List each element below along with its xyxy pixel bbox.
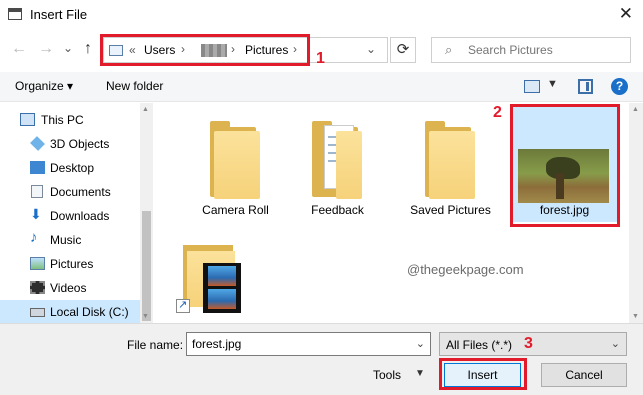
sidebar-item-this-pc[interactable]: This PC (0, 108, 140, 132)
step-1-badge: 1 (316, 50, 325, 67)
file-item[interactable]: Camera Roll (183, 107, 288, 222)
videos-icon (30, 281, 45, 294)
search-input[interactable] (468, 41, 628, 59)
navigation-bar: ← → ⌄ ↑ « Users › › Pictures › ⌄ 1 ⟳ ⌕ (0, 30, 643, 70)
file-item[interactable] (153, 231, 253, 321)
tools-button[interactable]: Tools (373, 368, 401, 382)
window-title: Insert File (30, 7, 88, 22)
file-name: Saved Pictures (410, 203, 491, 217)
highlight-insert-button (439, 358, 527, 390)
sidebar-item-label: This PC (41, 113, 84, 127)
content-scrollbar[interactable]: ▲ ▼ (629, 103, 643, 323)
chevron-down-icon[interactable]: ⌄ (611, 337, 620, 350)
sidebar-item-label: Downloads (50, 209, 110, 223)
download-icon: ⬇ (30, 206, 42, 222)
dialog-footer: File name: ⌄ All Files (*.*) ⌄ Tools ▼ I… (0, 323, 643, 395)
sidebar-scrollbar[interactable]: ▲ ▼ (140, 103, 153, 323)
view-options-dropdown-icon[interactable]: ▼ (547, 78, 558, 90)
window-icon (8, 8, 22, 20)
scroll-down-icon[interactable]: ▼ (142, 313, 149, 320)
back-arrow-icon[interactable]: ← (11, 40, 27, 58)
highlight-address (100, 34, 310, 66)
sidebar-item-3d-objects[interactable]: 3D Objects (0, 132, 140, 156)
sidebar-item-label: Pictures (50, 257, 94, 271)
pictures-icon (30, 257, 45, 270)
sidebar-item-music[interactable]: ♪ Music (0, 228, 140, 252)
sidebar-item-local-disk[interactable]: Local Disk (C:) (0, 300, 140, 324)
sidebar-item-downloads[interactable]: ⬇ Downloads (0, 204, 140, 228)
sidebar-item-documents[interactable]: Documents (0, 180, 140, 204)
sidebar-item-label: Music (50, 233, 82, 247)
forward-arrow-icon[interactable]: → (38, 40, 54, 58)
up-arrow-icon[interactable]: ↑ (84, 40, 92, 58)
sidebar-item-label: Videos (50, 281, 87, 295)
sidebar-item-label: 3D Objects (50, 137, 110, 151)
sidebar-item-videos[interactable]: Videos (0, 276, 140, 300)
chevron-down-icon[interactable]: ⌄ (416, 337, 425, 350)
scroll-up-icon[interactable]: ▲ (142, 106, 149, 113)
shortcut-arrow-icon (176, 298, 190, 313)
music-icon: ♪ (30, 229, 38, 246)
video-folder-icon (183, 241, 243, 313)
search-icon: ⌕ (445, 42, 453, 57)
file-item[interactable]: Saved Pictures (398, 107, 503, 222)
file-item[interactable]: Feedback (285, 107, 390, 222)
file-name-field[interactable] (192, 337, 402, 351)
file-name-label: File name: (127, 338, 184, 352)
scroll-up-icon[interactable]: ▲ (632, 106, 639, 113)
file-type-value: All Files (*.*) (446, 338, 513, 352)
title-bar: Insert File ✕ (0, 0, 643, 30)
close-icon[interactable]: ✕ (619, 4, 633, 24)
pc-icon (20, 113, 35, 126)
refresh-icon[interactable]: ⟳ (390, 37, 416, 63)
file-name: Feedback (311, 203, 364, 217)
organize-button[interactable]: Organize ▾ (15, 79, 73, 93)
file-name-combobox[interactable]: ⌄ (186, 332, 431, 356)
change-view-icon[interactable] (524, 80, 540, 93)
search-box[interactable]: ⌕ (431, 37, 631, 63)
command-bar: Organize ▾ New folder ▼ ? (0, 72, 643, 102)
folder-icon (312, 121, 362, 199)
documents-icon (31, 185, 43, 198)
sidebar-item-label: Desktop (50, 161, 95, 175)
cube-icon (30, 136, 45, 151)
sidebar-item-label: Documents (50, 185, 111, 199)
recent-locations-icon[interactable]: ⌄ (63, 41, 73, 55)
watermark: @thegeekpage.com (407, 262, 524, 277)
tools-dropdown-icon[interactable]: ▼ (415, 368, 425, 379)
disk-icon (30, 308, 45, 317)
preview-pane-icon[interactable] (578, 79, 593, 94)
sidebar-item-pictures[interactable]: Pictures (0, 252, 140, 276)
folder-icon (425, 121, 475, 199)
cancel-button[interactable]: Cancel (541, 363, 627, 387)
sidebar-item-label: Local Disk (C:) (50, 305, 129, 319)
new-folder-button[interactable]: New folder (106, 79, 163, 93)
file-name: Camera Roll (202, 203, 269, 217)
sidebar-item-desktop[interactable]: Desktop (0, 156, 140, 180)
file-type-dropdown[interactable]: All Files (*.*) ⌄ (439, 332, 627, 356)
step-3-badge: 3 (524, 335, 533, 352)
navigation-pane: This PC 3D Objects Desktop Documents ⬇ D… (0, 103, 153, 324)
scroll-down-icon[interactable]: ▼ (632, 313, 639, 320)
help-icon[interactable]: ? (611, 78, 628, 95)
scroll-thumb[interactable] (142, 211, 151, 321)
folder-icon (210, 121, 260, 199)
address-dropdown-icon[interactable]: ⌄ (366, 42, 376, 56)
highlight-selected-file (510, 104, 620, 227)
desktop-icon (30, 161, 45, 174)
step-2-badge: 2 (493, 104, 502, 121)
